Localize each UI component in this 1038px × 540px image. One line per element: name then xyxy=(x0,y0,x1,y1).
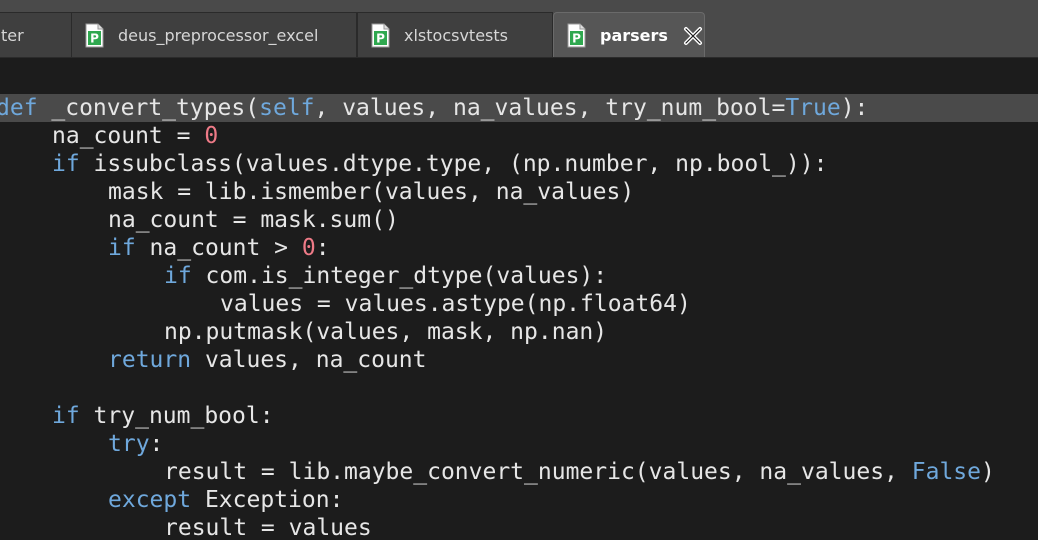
code-line[interactable]: if na_count > 0: xyxy=(0,234,1038,262)
code-editor[interactable]: def _convert_types(self, values, na_valu… xyxy=(0,94,1038,540)
tab-bar: ter P deus_preprocessor_excel P xlstocsv… xyxy=(0,0,1038,58)
code-token: : xyxy=(315,235,330,261)
pycharm-file-icon: P xyxy=(85,23,104,48)
code-number: 0 xyxy=(204,123,219,149)
code-text: result = lib.maybe_convert_numeric(value… xyxy=(164,458,995,486)
code-token: Exception: xyxy=(191,487,344,513)
code-line[interactable]: values = values.astype(np.float64) xyxy=(0,290,1038,318)
code-line[interactable]: na_count = mask.sum() xyxy=(0,206,1038,234)
code-token: com.is_integer_dtype(values): xyxy=(191,263,608,289)
tab-ter[interactable]: ter xyxy=(0,12,72,57)
code-keyword: if xyxy=(164,263,192,289)
code-text: try: xyxy=(108,430,163,458)
code-text: na_count = 0 xyxy=(52,122,218,150)
code-token: mask = lib.ismember(values, na_values) xyxy=(108,179,635,205)
code-keyword: def xyxy=(0,95,38,121)
code-keyword: except xyxy=(108,487,192,513)
code-text: values = values.astype(np.float64) xyxy=(220,290,691,318)
code-text: na_count = mask.sum() xyxy=(108,206,399,234)
code-token: na_count = mask.sum() xyxy=(108,207,399,233)
code-token: ) xyxy=(981,459,995,485)
code-token: result = values xyxy=(164,515,372,540)
svg-text:P: P xyxy=(90,32,99,46)
code-line[interactable]: if try_num_bool: xyxy=(0,402,1038,430)
code-number: 0 xyxy=(301,235,316,261)
code-line[interactable] xyxy=(0,374,1038,402)
code-text: if issubclass(values.dtype.type, (np.num… xyxy=(52,150,827,178)
code-token: _convert_types( xyxy=(37,95,260,121)
code-text: return values, na_count xyxy=(108,346,427,374)
code-line[interactable]: mask = lib.ismember(values, na_values) xyxy=(0,178,1038,206)
code-text: if com.is_integer_dtype(values): xyxy=(164,262,607,290)
code-keyword: False xyxy=(911,459,981,485)
code-token: values = values.astype(np.float64) xyxy=(220,291,691,317)
editor-top-margin xyxy=(0,58,1038,94)
code-text: np.putmask(values, mask, np.nan) xyxy=(164,318,607,346)
code-line[interactable]: try: xyxy=(0,430,1038,458)
code-token: result = lib.maybe_convert_numeric(value… xyxy=(164,459,912,485)
code-line[interactable]: result = lib.maybe_convert_numeric(value… xyxy=(0,458,1038,486)
svg-text:P: P xyxy=(572,32,581,46)
code-keyword: try xyxy=(108,431,150,457)
tab-label: xlstocsvtests xyxy=(404,26,508,45)
pycharm-file-icon: P xyxy=(567,23,586,48)
code-text: mask = lib.ismember(values, na_values) xyxy=(108,178,634,206)
code-line[interactable]: return values, na_count xyxy=(0,346,1038,374)
tab-label: ter xyxy=(1,26,24,45)
code-line[interactable]: if com.is_integer_dtype(values): xyxy=(0,262,1038,290)
code-text: def _convert_types(self, values, na_valu… xyxy=(0,94,868,122)
code-line[interactable]: def _convert_types(self, values, na_valu… xyxy=(0,94,1038,122)
code-keyword: if xyxy=(108,235,136,261)
code-keyword: True xyxy=(785,95,841,121)
code-token: , values, na_values, try_num_bool= xyxy=(314,95,786,121)
code-token: try_num_bool: xyxy=(79,403,274,429)
code-text: if try_num_bool: xyxy=(52,402,274,430)
code-token: values, na_count xyxy=(191,347,427,373)
code-text: result = values xyxy=(164,514,372,540)
code-text: except Exception: xyxy=(108,486,343,514)
code-line[interactable]: result = values xyxy=(0,514,1038,540)
tab-label: parsers xyxy=(600,26,668,45)
code-line[interactable]: np.putmask(values, mask, np.nan) xyxy=(0,318,1038,346)
code-keyword: self xyxy=(259,95,315,121)
code-text: if na_count > 0: xyxy=(108,234,330,262)
code-token: na_count > xyxy=(135,235,302,261)
code-keyword: if xyxy=(52,151,80,177)
pycharm-file-icon: P xyxy=(371,23,390,48)
code-token: np.putmask(values, mask, np.nan) xyxy=(164,319,608,345)
code-line[interactable]: if issubclass(values.dtype.type, (np.num… xyxy=(0,150,1038,178)
close-icon[interactable] xyxy=(682,25,704,47)
svg-text:P: P xyxy=(376,32,385,46)
code-token: na_count = xyxy=(52,123,205,149)
tab-xlstocsvtests[interactable]: P xlstocsvtests xyxy=(357,12,553,57)
code-token: issubclass(values.dtype.type, (np.number… xyxy=(79,151,828,177)
tab-label: deus_preprocessor_excel xyxy=(118,26,319,45)
code-token: : xyxy=(149,431,164,457)
code-keyword: return xyxy=(108,347,192,373)
code-line[interactable]: na_count = 0 xyxy=(0,122,1038,150)
tab-parsers[interactable]: P parsers xyxy=(553,12,705,57)
code-keyword: if xyxy=(52,403,80,429)
code-token: ): xyxy=(840,95,869,121)
tab-deus-preprocessor-excel[interactable]: P deus_preprocessor_excel xyxy=(71,12,357,57)
code-line[interactable]: except Exception: xyxy=(0,486,1038,514)
